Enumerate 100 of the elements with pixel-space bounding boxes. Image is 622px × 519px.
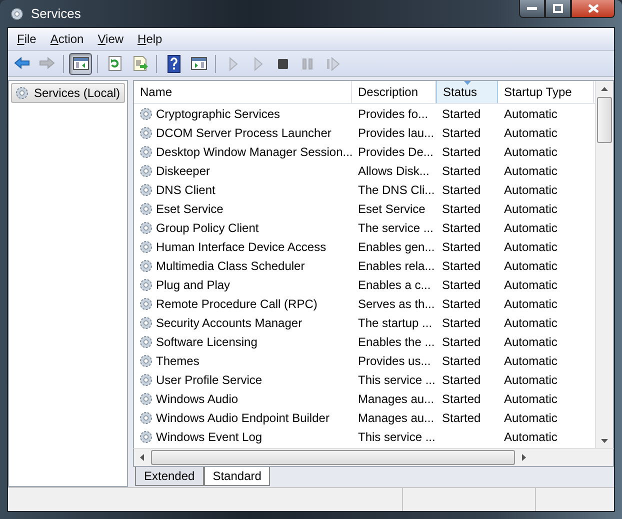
horizontal-scrollbar[interactable]: [133, 448, 614, 467]
table-cell: The DNS Cli...: [358, 182, 435, 196]
table-cell: Automatic: [504, 316, 558, 330]
table-cell: Started: [442, 164, 481, 178]
maximize-button[interactable]: [545, 0, 571, 18]
table-cell: Automatic: [504, 258, 558, 272]
menu-item[interactable]: File: [10, 32, 44, 46]
scroll-thumb[interactable]: [151, 450, 515, 465]
table-cell: User Profile Service: [156, 372, 262, 386]
minimize-button[interactable]: [519, 0, 545, 18]
gear-icon: [138, 276, 154, 292]
table-cell: Automatic: [504, 430, 558, 444]
table-cell: Automatic: [504, 410, 558, 424]
table-cell: Provides lau...: [358, 126, 434, 140]
view-tab[interactable]: Standard: [204, 467, 270, 486]
menu-item[interactable]: Action: [43, 32, 91, 46]
table-cell: Eset Service: [156, 202, 224, 216]
table-cell: Automatic: [504, 392, 558, 406]
table-cell: Automatic: [504, 182, 558, 196]
table-cell: Started: [442, 316, 481, 330]
scroll-left-icon[interactable]: [139, 454, 146, 461]
vertical-scrollbar[interactable]: [595, 81, 613, 448]
table-cell: DNS Client: [156, 182, 216, 196]
table-cell: Multimedia Class Scheduler: [156, 258, 305, 272]
table-cell: Manages au...: [358, 392, 434, 406]
table-cell: Windows Event Log: [156, 430, 262, 444]
table-cell: Desktop Window Manager Session...: [156, 144, 353, 158]
gear-icon: [138, 428, 154, 444]
gear-icon: [9, 6, 25, 22]
table-cell: Enables a c...: [358, 278, 431, 292]
table-cell: Started: [442, 334, 481, 348]
table-cell: Remote Procedure Call (RPC): [156, 296, 318, 310]
table-cell: Allows Disk...: [358, 164, 430, 178]
table-cell: Provides fo...: [358, 106, 428, 120]
table-cell: Automatic: [504, 372, 558, 386]
gear-icon: [138, 314, 154, 330]
table-cell: Security Accounts Manager: [156, 316, 302, 330]
menu-item[interactable]: View: [90, 32, 131, 46]
table-cell: Automatic: [504, 164, 558, 178]
table-cell: Started: [442, 144, 481, 158]
table-cell: Serves as th...: [358, 296, 435, 310]
table-cell: Windows Audio: [156, 392, 238, 406]
table-cell: This service ...: [358, 430, 436, 444]
table-cell: Automatic: [504, 144, 558, 158]
minimize-icon: [527, 6, 537, 10]
pane-icon: [190, 54, 208, 72]
table-cell: Diskeeper: [156, 164, 210, 178]
table-cell: Provides us...: [358, 354, 431, 368]
table-cell: Themes: [156, 354, 200, 368]
table-cell: Automatic: [504, 334, 558, 348]
view-tab[interactable]: Extended: [135, 467, 204, 486]
close-icon: [588, 4, 598, 13]
gear-icon: [138, 372, 154, 388]
table-cell: Human Interface Device Access: [156, 240, 326, 254]
column-header[interactable]: Startup Type: [498, 81, 594, 103]
table-cell: The service ...: [358, 220, 434, 234]
gear-icon: [138, 410, 154, 426]
table-cell: Started: [442, 106, 481, 120]
table-cell: Automatic: [504, 126, 558, 140]
tree-item[interactable]: Services (Local): [11, 83, 125, 103]
tree-toggle-button[interactable]: [69, 52, 92, 74]
table-cell: Started: [442, 372, 481, 386]
gear-icon: [138, 144, 154, 160]
table-cell: Started: [442, 278, 481, 292]
table-cell: Eset Service: [358, 202, 426, 216]
table-cell: Started: [442, 258, 481, 272]
maximize-icon: [553, 4, 563, 13]
table-cell: Automatic: [504, 202, 558, 216]
table-cell: Automatic: [504, 240, 558, 254]
table-cell: Started: [442, 296, 481, 310]
table-cell: Started: [442, 220, 481, 234]
help-icon: [164, 54, 182, 72]
scroll-down-icon[interactable]: [601, 436, 608, 444]
gear-icon: [138, 238, 154, 254]
table-cell: DCOM Server Process Launcher: [156, 126, 332, 140]
gear-icon: [138, 182, 154, 198]
table-cell: Started: [442, 410, 481, 424]
gear-icon: [14, 85, 30, 101]
export-icon: [130, 54, 148, 72]
scroll-right-icon[interactable]: [520, 454, 527, 461]
table-cell: Started: [442, 240, 481, 254]
table-cell: The startup ...: [358, 316, 432, 330]
scroll-thumb[interactable]: [597, 97, 612, 143]
table-cell: Enables rela...: [358, 258, 435, 272]
column-header[interactable]: Status: [436, 81, 498, 103]
table-cell: Started: [442, 182, 481, 196]
refresh-icon: [106, 54, 124, 72]
table-cell: Provides De...: [358, 144, 434, 158]
window-title: Services: [31, 6, 81, 21]
table-cell: Started: [442, 202, 481, 216]
column-header[interactable]: Name: [134, 81, 352, 103]
close-button[interactable]: [571, 0, 615, 18]
table-cell: Automatic: [504, 296, 558, 310]
gear-icon: [138, 200, 154, 216]
gear-icon: [138, 296, 154, 312]
menu-item[interactable]: Help: [130, 32, 170, 46]
gear-icon: [138, 106, 154, 122]
scroll-up-icon[interactable]: [601, 86, 608, 92]
table-cell: Automatic: [504, 354, 558, 368]
gear-icon: [138, 124, 154, 140]
